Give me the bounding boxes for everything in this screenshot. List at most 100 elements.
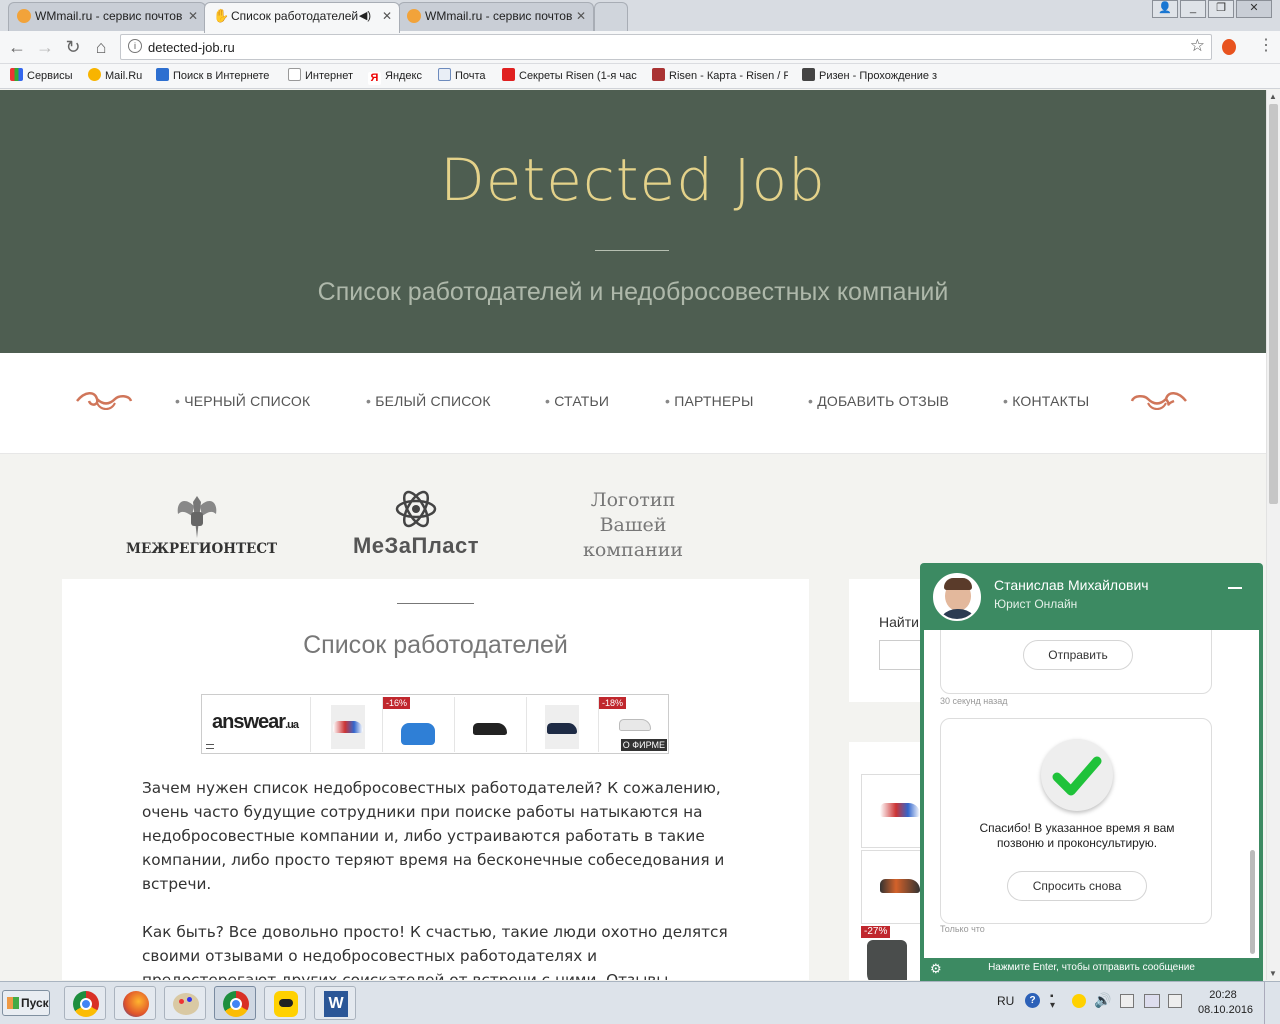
site-subtitle: Список работодателей и недобросовестных … [317,278,949,306]
bookmark-mail[interactable]: Почта [438,68,486,84]
chrome-active-taskbar-icon[interactable] [214,986,256,1020]
url-text[interactable]: detected-job.ru [148,40,235,55]
bookmark-risen-map[interactable]: Risen - Карта - Risen / F [652,68,788,84]
chat-footer-hint: Нажмите Enter, чтобы отправить сообщение [988,962,1195,973]
star-icon[interactable]: ☆ [1190,36,1205,56]
scroll-down-icon: ▼ [1269,969,1277,978]
windows-logo-icon [7,997,19,1009]
chat-scroll-thumb[interactable] [1250,850,1255,954]
youtube-icon [502,68,515,81]
address-bar[interactable]: i detected-job.ru ☆ [120,34,1212,60]
page-scrollbar[interactable]: ▲ ▼ [1266,90,1280,980]
sneaker-icon [880,879,920,893]
ad-product-bag[interactable]: -16% [382,697,452,752]
thanks-bubble: Спасибо! В указанное время я вам позвоню… [940,718,1212,924]
bookmark-yandex[interactable]: Я Яндекс [368,68,422,85]
bookmarks-bar: Сервисы Mail.Ru Поиск в Интернете Интерн… [0,64,1280,89]
home-icon[interactable]: ⌂ [90,36,112,58]
firefox-taskbar-icon[interactable] [114,986,156,1020]
tab-bar: WMmail.ru - сервис почтов ✕ ✋ Список раб… [0,0,1280,33]
chrome-taskbar-icon[interactable] [64,986,106,1020]
word-taskbar-icon[interactable]: W [314,986,356,1020]
paint-taskbar-icon[interactable] [164,986,206,1020]
header-divider [595,250,669,251]
ad-product-sneaker-2[interactable] [454,697,524,752]
ad-banner[interactable]: answear.ua -16% -18% О ФИРМЕ [201,694,669,754]
consultant-name: Станислав Михайлович [994,577,1149,593]
consultant-avatar [933,573,981,621]
ad-menu-icon[interactable] [206,744,214,749]
close-window-button[interactable]: ✕ [1236,0,1272,18]
tray-network-icon[interactable] [1168,994,1182,1008]
bookmark-internet[interactable]: Интернет [288,68,353,84]
wmmail-favicon-icon [17,9,31,23]
reload-icon[interactable]: ↻ [62,36,84,58]
show-desktop-button[interactable] [1264,982,1280,1024]
restore-button[interactable]: ❐ [1208,0,1234,18]
message-form-bubble: Отправить [940,630,1212,694]
menu-icon[interactable]: ⋮ [1258,37,1274,55]
about-company-link[interactable]: О ФИРМЕ [620,739,667,751]
site-title[interactable]: Detected Job [0,146,1266,214]
help-icon[interactable]: ? [1025,993,1040,1008]
nav-articles[interactable]: СТАТЬИ [545,393,609,409]
nav-partners[interactable]: ПАРТНЕРЫ [665,393,754,409]
content-title: Список работодателей [303,631,568,659]
forward-arrow-icon[interactable]: → [34,36,56,58]
how-paragraph: Как быть? Все довольно просто! К счастью… [142,923,728,980]
sneaker-icon [473,723,507,735]
bookmark-mailru[interactable]: Mail.Ru [88,68,142,84]
nav-white-list[interactable]: БЕЛЫЙ СПИСОК [366,393,491,409]
consultant-role: Юрист Онлайн [994,597,1078,611]
ad-brand-logo[interactable]: answear.ua [212,711,299,734]
extension-flame-icon[interactable] [1222,39,1236,55]
tray-cyberghost-icon[interactable] [1072,994,1086,1008]
bookmark-risen-secrets[interactable]: Секреты Risen (1-я час [502,68,638,84]
minimize-chat-icon[interactable] [1228,587,1242,589]
bookmark-search[interactable]: Поиск в Интернете [156,68,269,84]
message-timestamp: Только что [940,924,985,934]
volume-icon[interactable]: 🔊 [1094,992,1111,1009]
partner-your-logo[interactable]: Логотип Вашей компании [560,488,706,563]
close-tab-icon[interactable]: ✕ [576,3,586,29]
audio-icon[interactable]: ◀) [359,3,371,29]
nav-contacts[interactable]: КОНТАКТЫ [1003,393,1089,409]
user-icon[interactable]: 👤 [1152,0,1178,18]
minimize-button[interactable]: _ [1180,0,1206,18]
start-button[interactable]: Пуск [2,990,50,1016]
tab-label: WMmail.ru - сервис почтов [425,9,573,23]
close-tab-icon[interactable]: ✕ [188,3,198,29]
language-indicator[interactable]: RU [997,994,1014,1008]
left-ornament-icon [76,392,133,410]
scroll-up-icon: ▲ [1269,92,1277,101]
new-tab-button[interactable] [594,2,628,32]
close-tab-icon[interactable]: ✕ [382,3,392,29]
bookmark-risen-walkthrough[interactable]: Ризен - Прохождение з [802,68,938,84]
apps-grid-icon [10,68,23,81]
page-icon [288,68,301,81]
ask-again-button[interactable]: Спросить снова [1007,871,1147,901]
send-button[interactable]: Отправить [1023,640,1133,670]
back-arrow-icon[interactable]: ← [6,36,28,58]
chat-messages: Отправить 30 секунд назад Спасибо! В ука… [924,630,1259,958]
nav-add-review[interactable]: ДОБАВИТЬ ОТЗЫВ [808,393,949,409]
bag-icon [401,723,435,745]
scroll-thumb[interactable] [1269,104,1278,504]
partner-mezhregiontest[interactable]: МЕЖРЕГИОНТЕСТ [126,492,277,557]
ad-product-sneaker-4[interactable]: -18% О ФИРМЕ [598,697,668,752]
tray-monitor-icon[interactable] [1144,994,1160,1008]
ad-product-sneaker-3[interactable] [526,697,596,752]
tray-flag-icon[interactable] [1120,994,1134,1008]
nav-black-list[interactable]: ЧЕРНЫЙ СПИСОК [175,393,310,409]
tab-wmmail-2[interactable]: WMmail.ru - сервис почтов ✕ [398,2,594,32]
ad-product-sneaker-1[interactable] [310,697,380,752]
info-icon[interactable]: i [128,39,142,53]
tab-wmmail-1[interactable]: WMmail.ru - сервис почтов ✕ [8,2,206,32]
partner-mezaplast[interactable]: МеЗаПласт [340,488,492,559]
clock[interactable]: 20:28 08.10.2016 [1198,988,1253,1018]
cyberghost-taskbar-icon[interactable] [264,986,306,1020]
bookmark-services[interactable]: Сервисы [10,68,73,84]
sidebar-ad-widget: -27% [849,742,931,980]
tab-employers-list[interactable]: ✋ Список работодателей ◀) ✕ [204,2,400,33]
tray-expand-icon[interactable]: ▪ ▾ [1050,992,1055,1011]
